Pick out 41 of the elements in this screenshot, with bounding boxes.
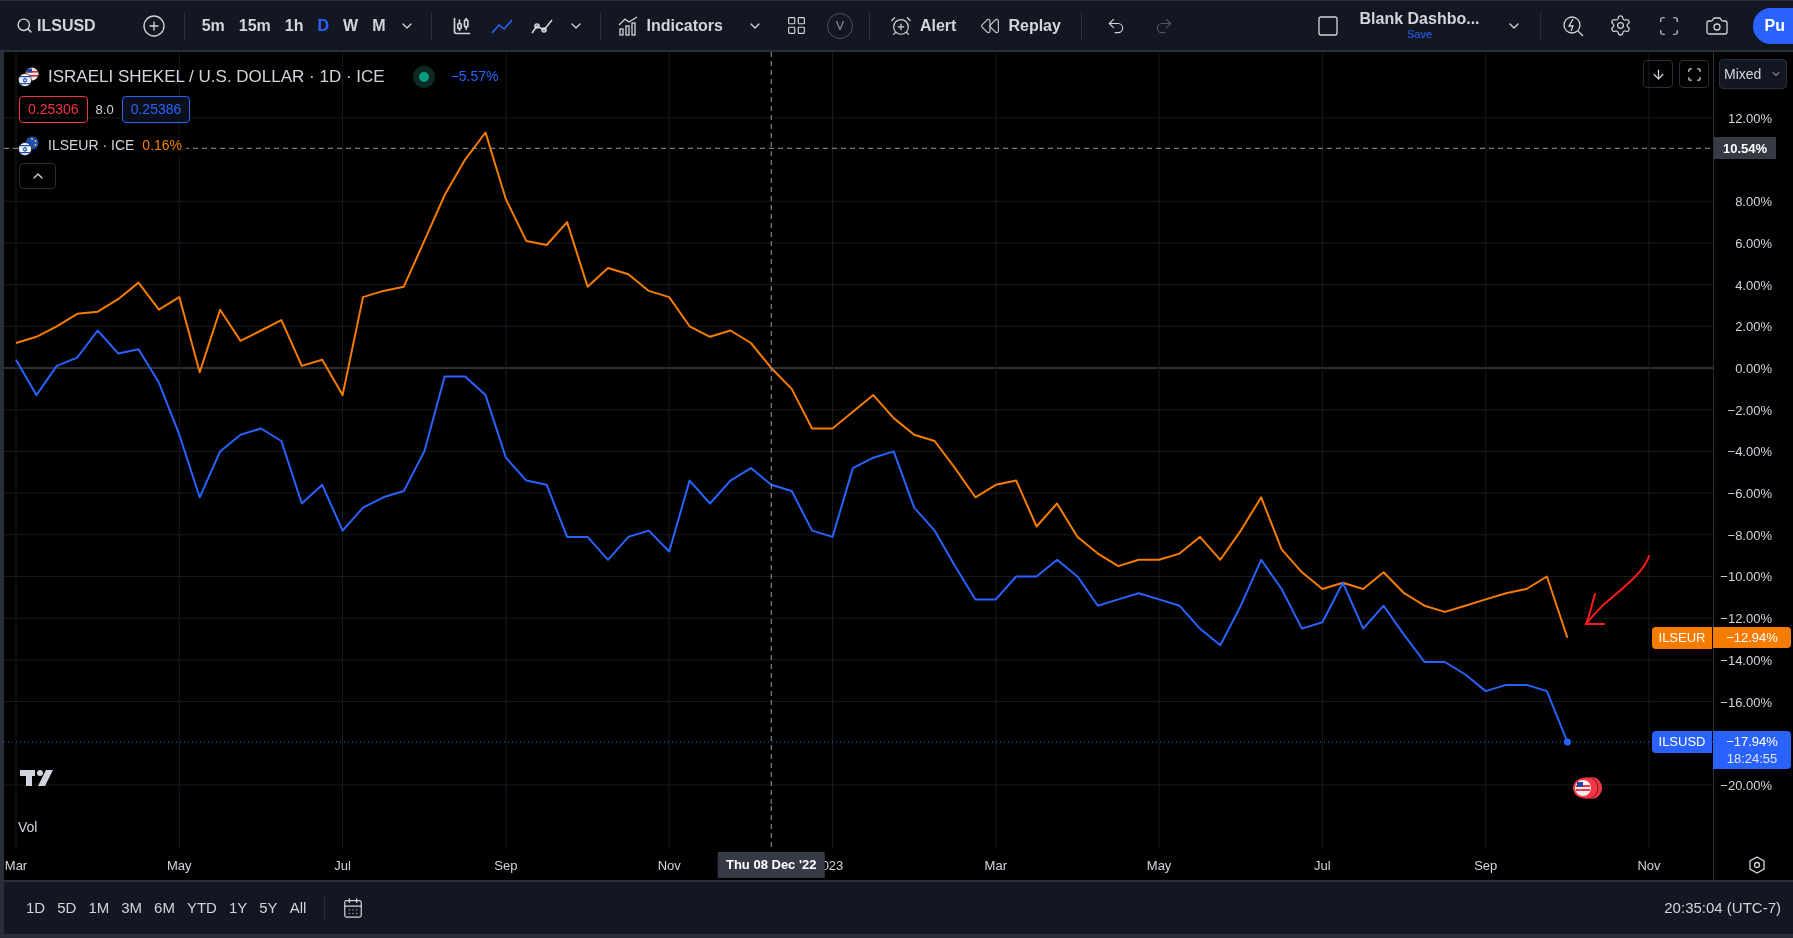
axis-label: Sep [494,858,518,873]
last-price-value: −17.94% [1726,733,1778,750]
axis-label: 0.00% [1735,361,1772,376]
axis-label: May [167,858,192,873]
axis-label: 8.00% [1735,194,1772,210]
compare-symbol-title: ILSEUR · ICE [48,136,135,155]
axis-label: −12.00% [1720,611,1772,627]
change-value: −5.57% [450,67,499,87]
series-symbol-tag: ILSEUR [1652,626,1712,649]
axis-label: −4.00% [1727,444,1772,460]
axis-label: 2.00% [1735,319,1772,335]
axis-label: 4.00% [1735,277,1772,293]
crosshair-date-label: Thu 08 Dec '22 [718,852,825,878]
spread-value: 8.0 [95,100,114,119]
axis-label: −14.00% [1720,652,1772,668]
axis-label: May [1146,858,1172,873]
axis-label: −10.00% [1720,569,1772,585]
axis-label: Mar [4,858,28,873]
axis-label: −8.00% [1727,527,1772,543]
axis-label: Sep [1474,858,1498,873]
axis-label: Mar [984,858,1007,873]
axis-label: Nov [657,858,681,873]
axis-label: 12.00% [1727,110,1772,126]
clock-text: 20:35:04 (UTC-7) [1664,897,1781,918]
volume-pane-label: Vol [18,818,38,837]
axis-label: 6.00% [1735,235,1772,251]
compare-change-value: 0.16% [142,136,183,155]
axis-label: −16.00% [1720,694,1772,710]
crosshair-price-label: 10.54% [1714,137,1776,160]
axis-label: −20.00% [1720,777,1772,793]
ask-price: 0.25386 [121,96,191,123]
axis-label: Nov [1637,858,1661,873]
axis-label: Jul [334,858,351,873]
symbol-title: ISRAELI SHEKEL / U.S. DOLLAR · 1D · ICE [48,66,385,88]
axis-label: Jul [1314,858,1331,873]
axis-label: −2.00% [1727,402,1772,418]
bid-price: 0.25306 [19,96,88,123]
bar-countdown: 18:24:55 [1726,750,1778,767]
last-price-value: −12.94% [1726,628,1778,646]
axis-label: −6.00% [1727,486,1772,502]
series-symbol-tag: ILSUSD [1652,731,1712,753]
